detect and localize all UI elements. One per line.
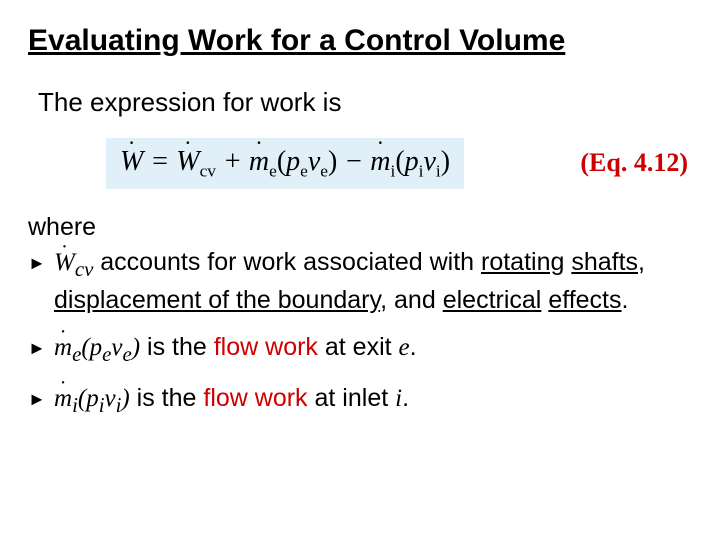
equation-box: W = Wcv + me(peve) − mi(pivi) xyxy=(106,138,464,190)
intro-text: The expression for work is xyxy=(38,87,692,118)
equation-row: W = Wcv + me(peve) − mi(pivi) (Eq. 4.12) xyxy=(28,138,692,190)
eq-Wdot: W xyxy=(120,146,143,177)
bullet-marker-icon: ► xyxy=(28,331,54,368)
bullet-3: ► mi(pivi) is the flow work at inlet i. xyxy=(28,382,692,419)
flow-work-inlet: flow work xyxy=(203,384,307,412)
bullet-marker-icon: ► xyxy=(28,382,54,419)
symbol-mi-dot: m xyxy=(54,382,72,415)
symbol-me-dot: m xyxy=(54,331,72,364)
equation-number: (Eq. 4.12) xyxy=(580,148,692,178)
where-label: where xyxy=(28,213,692,242)
bullet-1: ► Wcv accounts for work associated with … xyxy=(28,246,692,316)
bullet-marker-icon: ► xyxy=(28,246,54,316)
slide: Evaluating Work for a Control Volume The… xyxy=(0,0,720,420)
slide-title: Evaluating Work for a Control Volume xyxy=(28,24,692,59)
bullet-2: ► me(peve) is the flow work at exit e. xyxy=(28,331,692,368)
eq-mi-dot: m xyxy=(370,146,390,177)
eq-Wcv-dot: W xyxy=(176,146,199,177)
symbol-Wcv-dot: W xyxy=(54,246,75,279)
eq-me-dot: m xyxy=(249,146,269,177)
flow-work-exit: flow work xyxy=(214,333,318,361)
